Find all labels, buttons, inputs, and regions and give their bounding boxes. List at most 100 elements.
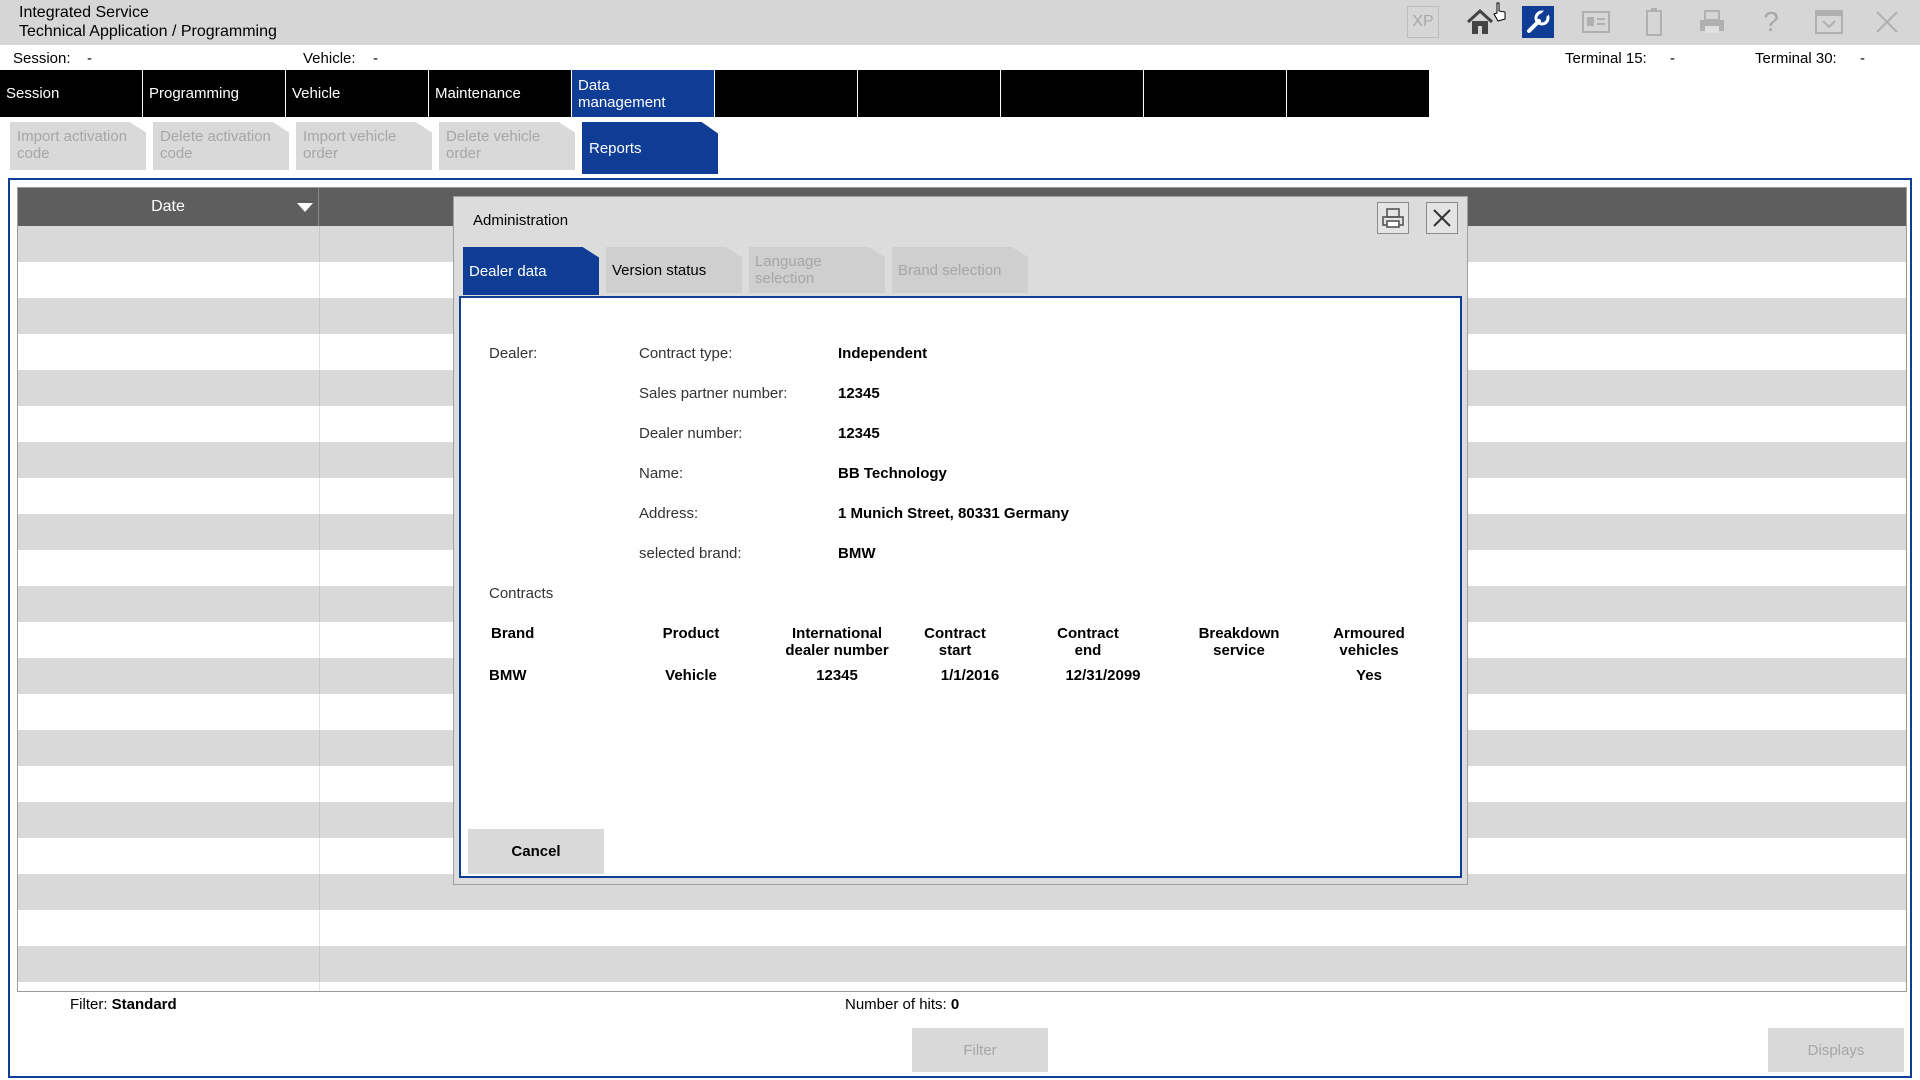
battery-button[interactable]: [1638, 6, 1670, 38]
tab-version-status[interactable]: Version status: [606, 247, 742, 293]
tab-dealer-data[interactable]: Dealer data: [463, 247, 599, 295]
tab-session[interactable]: Session: [0, 70, 142, 117]
cell-divider: [319, 478, 320, 514]
cell-divider: [319, 550, 320, 586]
tab-programming[interactable]: Programming: [143, 70, 285, 117]
cell-divider: [319, 298, 320, 334]
cell-divider: [319, 262, 320, 298]
dropdown-icon: [1815, 10, 1843, 34]
cell-divider: [319, 514, 320, 550]
contracts-header-brand: Brand: [491, 625, 535, 642]
cell-divider: [319, 982, 320, 991]
cell-divider: [319, 406, 320, 442]
field-label: selected brand:: [639, 545, 742, 562]
app-title: Integrated Service Technical Application…: [19, 3, 277, 41]
contract-product: Vehicle: [665, 667, 717, 684]
dialog-print-button[interactable]: [1377, 202, 1409, 234]
name-value: BB Technology: [838, 465, 947, 482]
session-label: Session:: [13, 50, 71, 67]
tab-empty-4: [1144, 70, 1286, 117]
subtab-import-activation-code[interactable]: Import activation code: [10, 122, 146, 170]
wrench-button[interactable]: [1522, 6, 1554, 38]
status-row: Session: - Vehicle: - Terminal 15: - Ter…: [0, 46, 1920, 70]
dealer-number-value: 12345: [838, 425, 880, 442]
cell-divider: [319, 226, 320, 262]
hits-label: Number of hits:: [845, 996, 947, 1013]
tab-data-management[interactable]: Data management: [572, 70, 714, 117]
cell-divider: [319, 442, 320, 478]
contracts-header-international-dealer-number: International dealer number: [785, 625, 889, 659]
dialog-title: Administration: [473, 212, 569, 229]
cell-divider: [319, 694, 320, 730]
sales-partner-number-value: 12345: [838, 385, 880, 402]
contract-armoured-vehicles: Yes: [1356, 667, 1382, 684]
table-row[interactable]: [18, 910, 1906, 946]
cell-divider: [319, 730, 320, 766]
dropdown-button[interactable]: [1813, 6, 1845, 38]
contracts-header-breakdown-service: Breakdown service: [1198, 625, 1280, 659]
app-window: Integrated Service Technical Application…: [0, 0, 1920, 1080]
printer-icon: [1700, 10, 1724, 33]
contract-type-value: Independent: [838, 345, 928, 362]
tab-language-selection[interactable]: Language selection: [749, 247, 885, 293]
cell-divider: [319, 910, 320, 946]
home-icon: [1466, 8, 1494, 34]
cell-divider: [319, 622, 320, 658]
cell-divider: [319, 334, 320, 370]
help-button[interactable]: ?: [1755, 6, 1787, 38]
contracts-header-product: Product: [662, 625, 720, 642]
contracts-header-armoured-vehicles: Armoured vehicles: [1333, 625, 1405, 659]
filter-value: Standard: [111, 996, 177, 1013]
main-nav: Session Programming Vehicle Maintenance …: [0, 70, 1430, 117]
dialog-close-button[interactable]: [1426, 202, 1458, 234]
vehicle-label: Vehicle:: [303, 50, 356, 67]
close-app-button[interactable]: [1871, 6, 1903, 38]
subtab-import-vehicle-order[interactable]: Import vehicle order: [296, 122, 432, 170]
tab-maintenance[interactable]: Maintenance: [429, 70, 571, 117]
terminal30-value: -: [1860, 50, 1865, 67]
battery-icon: [1646, 8, 1662, 36]
home-button[interactable]: [1464, 6, 1496, 38]
cell-divider: [319, 874, 320, 910]
xp-button[interactable]: XP: [1407, 6, 1439, 38]
displays-button[interactable]: Displays: [1768, 1028, 1904, 1072]
tab-empty-1: [715, 70, 857, 117]
cell-divider: [319, 946, 320, 982]
printer-icon: [1382, 208, 1404, 228]
close-icon: [1876, 11, 1898, 33]
contract-international-dealer-number: 12345: [816, 667, 858, 684]
subtab-delete-activation-code[interactable]: Delete activation code: [153, 122, 289, 170]
subtab-reports[interactable]: Reports: [582, 122, 718, 174]
terminal15-label: Terminal 15:: [1565, 50, 1647, 67]
print-button[interactable]: [1696, 6, 1728, 38]
terminal15-value: -: [1670, 50, 1675, 67]
contract-start: 1/1/2016: [940, 667, 1000, 684]
app-title-line1: Integrated Service: [19, 4, 149, 21]
contract-brand: BMW: [489, 667, 527, 684]
cell-divider: [319, 838, 320, 874]
app-title-line2: Technical Application / Programming: [19, 23, 277, 40]
id-card-button[interactable]: [1580, 6, 1612, 38]
terminal30-label: Terminal 30:: [1755, 50, 1837, 67]
selected-brand-value: BMW: [838, 545, 876, 562]
table-row[interactable]: [18, 982, 1906, 991]
cancel-button[interactable]: Cancel: [468, 829, 604, 874]
hits-value: 0: [950, 996, 960, 1013]
help-icon: ?: [1763, 6, 1779, 37]
filter-status: Filter: Standard: [70, 996, 177, 1013]
hits-status: Number of hits: 0: [845, 996, 959, 1013]
table-row[interactable]: [18, 946, 1906, 982]
date-column-header[interactable]: Date: [18, 188, 319, 226]
tab-brand-selection[interactable]: Brand selection: [892, 247, 1028, 293]
tab-vehicle[interactable]: Vehicle: [286, 70, 428, 117]
filter-button[interactable]: Filter: [912, 1028, 1048, 1072]
cell-divider: [319, 766, 320, 802]
cell-divider: [319, 370, 320, 406]
subtab-delete-vehicle-order[interactable]: Delete vehicle order: [439, 122, 575, 170]
contracts-heading: Contracts: [489, 585, 554, 602]
xp-label: XP: [1412, 13, 1434, 30]
date-column-label: Date: [151, 198, 185, 215]
close-icon: [1433, 209, 1451, 227]
session-value: -: [87, 50, 92, 67]
cell-divider: [319, 802, 320, 838]
